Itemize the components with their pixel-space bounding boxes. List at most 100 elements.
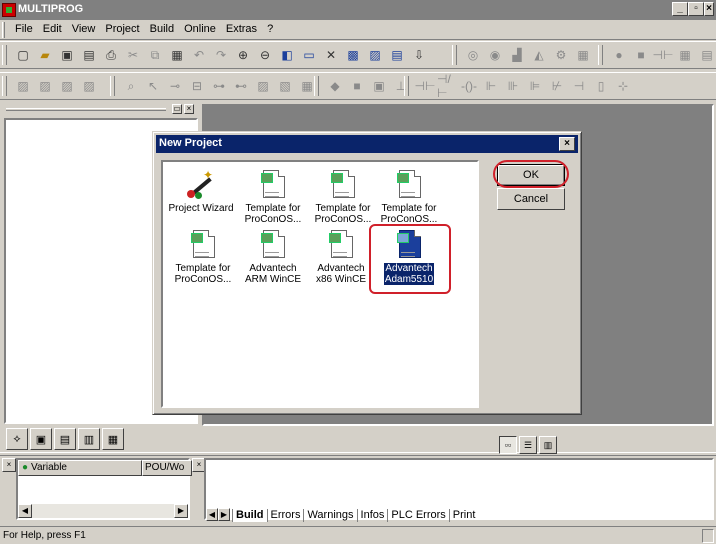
connector-icon[interactable]: ⊷ <box>231 76 251 96</box>
make-icon[interactable]: ▤ <box>387 45 407 65</box>
template-item-advantech-x86-wince[interactable]: Advantech x86 WinCE <box>307 230 375 285</box>
tab-variables-icon[interactable]: ▦ <box>102 428 124 450</box>
pane-restore-button[interactable]: ▭ <box>172 104 182 114</box>
step-into-icon[interactable]: ◆ <box>325 76 345 96</box>
cancel-button[interactable]: Cancel <box>497 188 565 210</box>
pou-edit-icon[interactable]: ▨ <box>79 76 99 96</box>
close-button[interactable]: × <box>704 2 714 16</box>
ld-branch-icon[interactable]: ⊪ <box>503 76 523 96</box>
library-icon[interactable]: ▩ <box>343 45 363 65</box>
zoom-out-icon[interactable]: ⊖ <box>255 45 275 65</box>
menu-edit[interactable]: Edit <box>38 23 67 35</box>
tab-structure-icon[interactable]: ⟡ <box>6 428 28 450</box>
watch-pane-close-icon[interactable]: × <box>2 458 16 472</box>
compile-icon[interactable]: ▨ <box>365 45 385 65</box>
large-icons-view-icon[interactable]: ▫▫ <box>499 436 517 454</box>
settings-icon[interactable]: ⚙ <box>551 45 571 65</box>
scroll-right-icon[interactable]: ▶ <box>174 504 188 518</box>
save-icon[interactable]: ▣ <box>57 45 77 65</box>
cut-icon[interactable]: ✂ <box>123 45 143 65</box>
template-item-advantech-arm-wince[interactable]: Advantech ARM WinCE <box>239 230 307 285</box>
template-item-proconos-2[interactable]: Template for ProConOS... <box>309 170 377 225</box>
redo-icon[interactable]: ↷ <box>211 45 231 65</box>
ld-box-icon[interactable]: ▯ <box>591 76 611 96</box>
tab-errors[interactable]: Errors <box>266 509 304 522</box>
tab-warnings[interactable]: Warnings <box>303 509 356 522</box>
ladder-icon[interactable]: ⊣⊢ <box>653 45 674 65</box>
details-view-icon[interactable]: ▥ <box>539 436 557 454</box>
maximize-button[interactable]: ▫ <box>688 2 704 16</box>
list-view-icon[interactable]: ☰ <box>519 436 537 454</box>
dot-icon[interactable]: ● <box>609 45 629 65</box>
template-item-proconos-1[interactable]: Template for ProConOS... <box>239 170 307 225</box>
tab-build[interactable]: Build <box>232 509 267 522</box>
search-icon[interactable]: ⌕ <box>121 76 141 96</box>
project-tree-icon[interactable]: ◧ <box>277 45 297 65</box>
dialog-titlebar[interactable]: New Project × <box>156 135 578 153</box>
ld-coil-icon[interactable]: -()- <box>459 76 479 96</box>
menu-extras[interactable]: Extras <box>221 23 262 35</box>
tab-print[interactable]: Print <box>448 509 479 522</box>
download-icon[interactable]: ⇩ <box>409 45 429 65</box>
block-icon[interactable]: ▧ <box>275 76 295 96</box>
app-icon[interactable] <box>2 3 16 17</box>
watch-icon[interactable]: ▤ <box>697 45 716 65</box>
ld-rung-icon[interactable]: ⊬ <box>547 76 567 96</box>
undo-icon[interactable]: ↶ <box>189 45 209 65</box>
watch-hscrollbar[interactable]: ◀ ▶ <box>18 504 188 518</box>
watch-column-pou[interactable]: POU/Wo <box>142 460 192 476</box>
tab-prev-icon[interactable]: ◀ <box>206 508 218 521</box>
zoom-in-icon[interactable]: ⊕ <box>233 45 253 65</box>
square-icon[interactable]: ■ <box>631 45 651 65</box>
menu-file[interactable]: File <box>10 23 38 35</box>
menu-project[interactable]: Project <box>100 23 144 35</box>
menu-view[interactable]: View <box>67 23 101 35</box>
cross-reference-icon[interactable]: ✕ <box>321 45 341 65</box>
ld-end-icon[interactable]: ⊣ <box>569 76 589 96</box>
ld-negated-icon[interactable]: ⊣/⊢ <box>437 72 457 100</box>
ld-jump-icon[interactable]: ⊹ <box>613 76 633 96</box>
run-icon[interactable]: ▣ <box>369 76 389 96</box>
open-folder-icon[interactable]: ▰ <box>35 45 55 65</box>
scroll-left-icon[interactable]: ◀ <box>18 504 32 518</box>
tab-next-icon[interactable]: ▶ <box>218 508 230 521</box>
template-item-proconos-4[interactable]: Template for ProConOS... <box>169 230 237 285</box>
template-item-proconos-3[interactable]: Template for ProConOS... <box>375 170 443 225</box>
tab-plc-errors[interactable]: PLC Errors <box>387 509 448 522</box>
line-icon[interactable]: ⊸ <box>165 76 185 96</box>
dialog-close-button[interactable]: × <box>559 137 575 151</box>
pointer-icon[interactable]: ↖ <box>143 76 163 96</box>
print-icon[interactable]: ⎙ <box>101 45 121 65</box>
ld-network-icon[interactable]: ⊫ <box>525 76 545 96</box>
print-preview-icon[interactable]: ▤ <box>79 45 99 65</box>
breakpoint-icon[interactable]: ▟ <box>507 45 527 65</box>
debug-off-icon[interactable]: ◉ <box>485 45 505 65</box>
pou-remove-icon[interactable]: ▨ <box>57 76 77 96</box>
tab-library-icon[interactable]: ▥ <box>78 428 100 450</box>
horizontal-splitter[interactable] <box>0 452 716 456</box>
template-list[interactable]: ✦ Project Wizard Template for ProConOS...… <box>161 160 479 408</box>
contact-icon[interactable]: ⊟ <box>187 76 207 96</box>
copy-icon[interactable]: ⧉ <box>145 45 165 65</box>
menu-online[interactable]: Online <box>179 23 221 35</box>
debug-on-icon[interactable]: ◎ <box>463 45 483 65</box>
tab-types-icon[interactable]: ▤ <box>54 428 76 450</box>
message-window-icon[interactable]: ▭ <box>299 45 319 65</box>
pane-close-button[interactable]: × <box>184 104 194 114</box>
template-item-project-wizard[interactable]: ✦ Project Wizard <box>167 169 235 214</box>
paste-icon[interactable]: ▦ <box>167 45 187 65</box>
minimize-button[interactable]: _ <box>672 2 688 16</box>
menu-grip[interactable] <box>2 22 5 38</box>
step-over-icon[interactable]: ■ <box>347 76 367 96</box>
pou-add-icon[interactable]: ▨ <box>35 76 55 96</box>
watch-column-variable[interactable]: ● Variable <box>18 460 142 476</box>
coil-icon[interactable]: ⊶ <box>209 76 229 96</box>
ld-parallel-icon[interactable]: ⊩ <box>481 76 501 96</box>
step-icon[interactable]: ◭ <box>529 45 549 65</box>
grid-icon[interactable]: ▦ <box>675 45 695 65</box>
menu-build[interactable]: Build <box>145 23 179 35</box>
table-icon[interactable]: ▦ <box>573 45 593 65</box>
tab-files-icon[interactable]: ▣ <box>30 428 52 450</box>
menu-help[interactable]: ? <box>262 23 278 35</box>
ld-contact-icon[interactable]: ⊣⊢ <box>415 76 436 96</box>
